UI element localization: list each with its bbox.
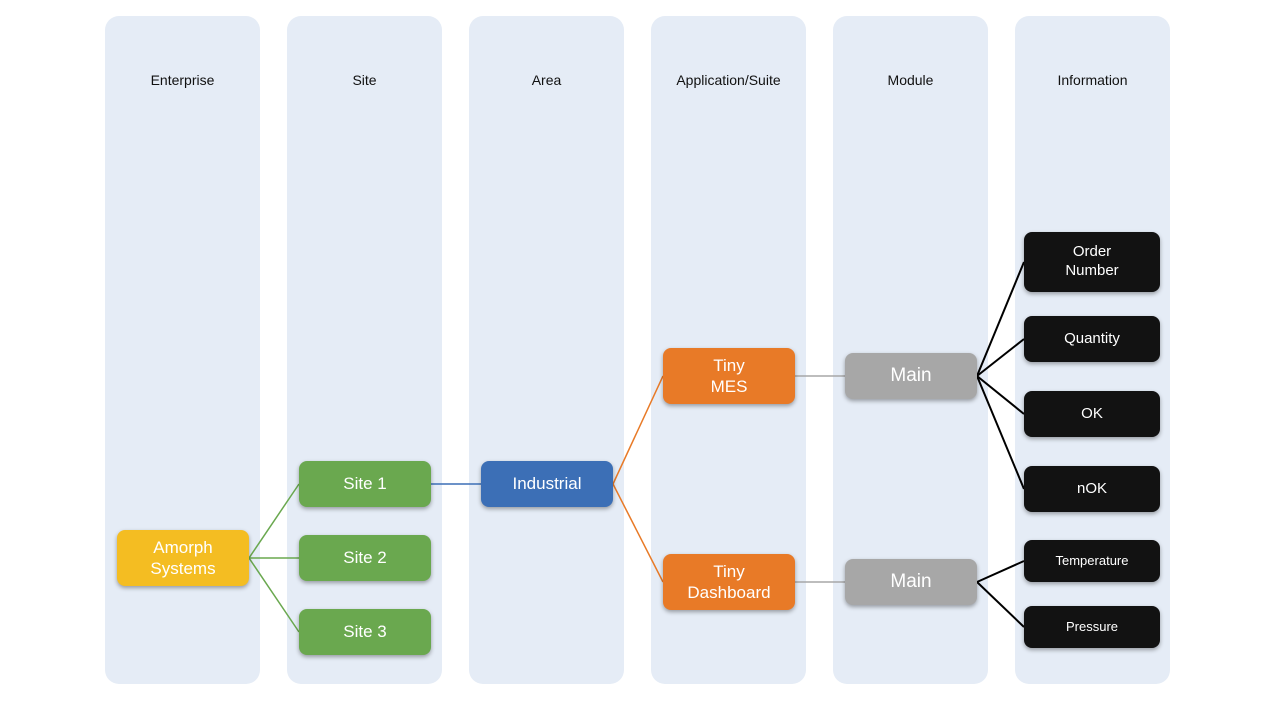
node-temperature: Temperature (1024, 540, 1160, 582)
node-tiny-dashboard: Tiny Dashboard (663, 554, 795, 610)
diagram-canvas: Enterprise Site Area Application/Suite M… (0, 0, 1280, 720)
node-ok: OK (1024, 391, 1160, 437)
node-main-mes: Main (845, 353, 977, 399)
node-site-2: Site 2 (299, 535, 431, 581)
node-tiny-mes: Tiny MES (663, 348, 795, 404)
node-quantity: Quantity (1024, 316, 1160, 362)
column-header-application: Application/Suite (651, 16, 806, 88)
column-area: Area (469, 16, 624, 684)
column-header-site: Site (287, 16, 442, 88)
column-header-information: Information (1015, 16, 1170, 88)
node-site-1: Site 1 (299, 461, 431, 507)
column-header-module: Module (833, 16, 988, 88)
column-site: Site (287, 16, 442, 684)
column-header-area: Area (469, 16, 624, 88)
node-nok: nOK (1024, 466, 1160, 512)
node-main-dashboard: Main (845, 559, 977, 605)
column-header-enterprise: Enterprise (105, 16, 260, 88)
node-order-number: Order Number (1024, 232, 1160, 292)
node-industrial: Industrial (481, 461, 613, 507)
node-amorph-systems: Amorph Systems (117, 530, 249, 586)
node-site-3: Site 3 (299, 609, 431, 655)
node-pressure: Pressure (1024, 606, 1160, 648)
